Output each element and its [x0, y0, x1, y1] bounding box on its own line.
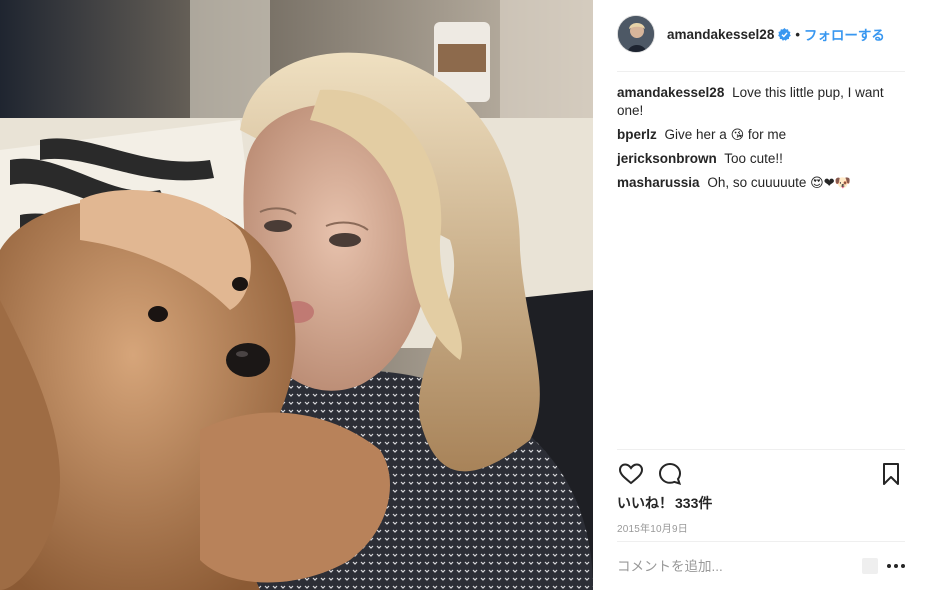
- comment-button[interactable]: [656, 460, 684, 488]
- comment-item: masharussia Oh, so cuuuuute 😍❤🐶: [617, 174, 897, 192]
- add-comment-input[interactable]: [617, 552, 857, 580]
- comment-username[interactable]: jericksonbrown: [617, 151, 717, 166]
- kiss-emoji-icon: 😘: [730, 127, 745, 142]
- bookmark-icon: [883, 463, 899, 485]
- action-bar: [617, 458, 905, 488]
- avatar-image: [618, 16, 654, 52]
- follow-button[interactable]: フォローする: [804, 24, 885, 44]
- header-username[interactable]: amandakessel28: [667, 27, 774, 42]
- heart-outline-icon: [618, 463, 644, 485]
- comment-text: Oh, so cuuuuute: [707, 175, 807, 190]
- avatar[interactable]: [617, 15, 655, 53]
- comment-text: Give her a: [664, 127, 727, 142]
- speech-bubble-icon: [658, 462, 682, 486]
- comment-list: amandakessel28 Love this little pup, I w…: [617, 84, 897, 198]
- post-date[interactable]: 2015年10月9日: [617, 520, 688, 535]
- like-button[interactable]: [617, 460, 645, 488]
- comment-box-divider: [617, 541, 905, 542]
- heart-eyes-heart-dog-emoji-icon: 😍❤🐶: [810, 175, 851, 190]
- post-comment-button[interactable]: [862, 558, 878, 574]
- verified-badge-icon: [778, 27, 792, 41]
- actions-divider: [617, 449, 905, 450]
- comment-username[interactable]: masharussia: [617, 175, 700, 190]
- likes-count: 333件: [675, 495, 713, 511]
- comment-item: amandakessel28 Love this little pup, I w…: [617, 84, 897, 120]
- comment-item: jericksonbrown Too cute!!: [617, 150, 897, 168]
- header-divider: [617, 71, 905, 72]
- comment-text: Too cute!!: [724, 151, 783, 166]
- likes-summary[interactable]: いいね！ 333件: [617, 493, 712, 513]
- ellipsis-icon: [894, 564, 898, 568]
- likes-label: いいね！: [617, 495, 673, 511]
- comment-text-after: for me: [747, 127, 787, 142]
- save-button[interactable]: [877, 460, 905, 488]
- header-separator-dot: •: [795, 26, 800, 42]
- comment-username[interactable]: bperlz: [617, 127, 657, 142]
- post-photo-image: [0, 0, 593, 590]
- comment-username[interactable]: amandakessel28: [617, 85, 724, 100]
- ellipsis-icon: [887, 564, 891, 568]
- ellipsis-icon: [901, 564, 905, 568]
- comment-item: bperlz Give her a 😘 for me: [617, 126, 897, 144]
- post-side-panel: amandakessel28 • フォローする amandakessel28 L…: [593, 0, 927, 590]
- post-header: amandakessel28 • フォローする: [617, 14, 905, 54]
- post-photo[interactable]: [0, 0, 593, 590]
- more-options-button[interactable]: [887, 556, 905, 576]
